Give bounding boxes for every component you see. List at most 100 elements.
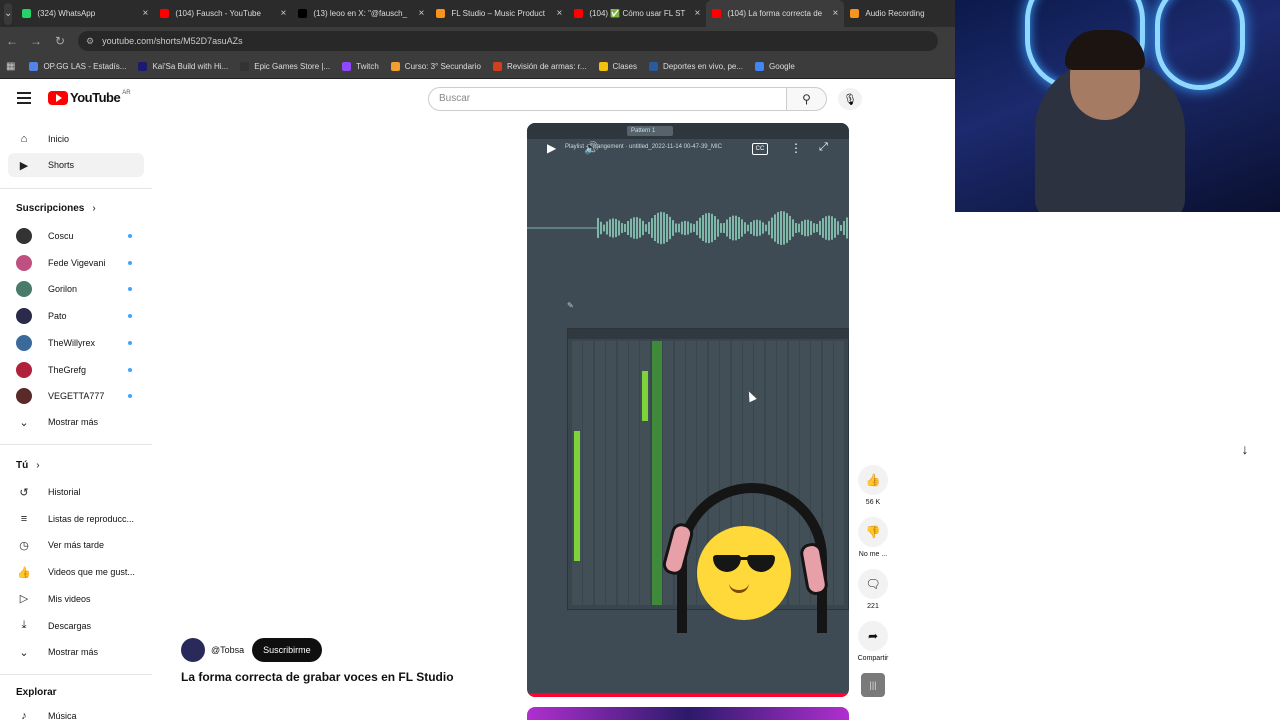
browser-tab[interactable]: (104) La forma correcta de × [706,0,845,27]
sidebar-item-label: Ver más tarde [48,540,105,551]
sidebar-item-inicio[interactable]: ⌂ Inicio [8,127,144,151]
fullscreen-icon[interactable]: ⤢ [819,141,828,154]
waveform-bar [612,218,614,238]
bookmark-item[interactable]: OP.GG LAS - Estadís... [29,62,126,71]
new-content-dot [128,234,132,238]
browser-tab-bar: ⌄ (324) WhatsApp × (104) Fausch - YouTube ×… [0,0,955,27]
waveform-bar [789,215,791,241]
show-more-you[interactable]: ⌄ Mostrar más [8,640,144,664]
tab-favicon-icon [160,9,170,18]
subscription-item[interactable]: TheGrefg [8,358,144,382]
you-heading[interactable]: Tú › [16,460,40,471]
browser-tab[interactable]: (13) leoo en X: "@fausch_ × [292,0,430,27]
bookmark-label: Epic Games Store |... [254,62,331,71]
sidebar-item-you[interactable]: ↺ Historial [8,480,144,504]
history-icon: ↺ [19,486,29,499]
site-info-icon[interactable]: ⚙ [86,36,94,47]
subscription-item[interactable]: Fede Vigevani [8,251,144,275]
browser-tab[interactable]: (104) Fausch - YouTube × [154,0,292,27]
next-short-preview[interactable] [527,707,849,720]
sidebar-item-label: Mostrar más [48,417,99,427]
waveform-bar [828,215,830,241]
short-video-player[interactable]: Pattern 1 Playlist - Arrangement · untit… [527,123,849,697]
search-input[interactable]: Buscar [428,87,787,111]
voice-search-button[interactable]: 🎙 [838,88,862,110]
tab-favicon-icon [298,9,308,18]
browser-tab[interactable]: (104) ✅ Cómo usar FL ST × [568,0,706,27]
subscription-item[interactable]: VEGETTA777 [8,384,144,408]
sidebar-item-musica[interactable]: ♪ Música [8,704,144,720]
apps-grid-icon[interactable]: ▦ [6,61,15,72]
subscription-item[interactable]: Gorilon [8,277,144,301]
pencil-icon: ✎ [567,301,574,310]
subscription-label: Pato [48,311,67,322]
sidebar-item-you[interactable]: ▷ Mis videos [8,587,144,611]
dislike-button[interactable]: 👎 No me ... [858,517,888,558]
search-button[interactable]: ⚲ [787,87,827,111]
reload-icon[interactable]: ↻ [48,34,72,48]
channel-name[interactable]: @Tobsa [211,645,244,655]
subscription-item[interactable]: Coscu [8,224,144,248]
waveform-bar [810,220,812,236]
more-options-icon[interactable]: ⋮ [790,141,802,155]
like-button[interactable]: 👍 56 K [858,465,888,506]
close-tab-icon[interactable]: × [281,8,287,19]
browser-tab[interactable]: (324) WhatsApp × [16,0,154,27]
back-icon[interactable]: ← [0,34,24,48]
subscriptions-heading[interactable]: Suscripciones › [16,203,96,214]
video-progress-bar[interactable] [527,693,849,697]
channel-avatar [16,308,32,325]
bookmark-item[interactable]: Curso: 3° Secundario [390,62,481,71]
close-tab-icon[interactable]: × [695,8,701,19]
bookmark-item[interactable]: Clases [598,62,637,71]
share-button[interactable]: ➦ Compartir [858,621,888,662]
you-heading-text: Tú [16,460,29,471]
video-title[interactable]: La forma correcta de grabar voces en FL … [181,670,454,684]
youtube-logo[interactable]: YouTube AR [48,90,131,105]
bookmark-item[interactable]: Google [755,62,795,71]
sidebar-item-you[interactable]: ⤓ Descargas [8,614,144,638]
subscription-item[interactable]: TheWillyrex [8,331,144,355]
close-tab-icon[interactable]: × [143,8,149,19]
tab-title: (104) La forma correcta de [727,9,823,18]
play-icon[interactable]: ▶ [547,141,556,155]
sidebar-item-you[interactable]: ◷ Ver más tarde [8,533,144,557]
sound-thumbnail[interactable]: ||| [861,673,885,697]
sidebar-item-you[interactable]: 👍 Videos que me gust... [8,560,144,584]
channel-avatar[interactable] [181,638,205,662]
browser-tab[interactable]: FL Studio – Music Product × [430,0,568,27]
volume-icon[interactable]: 🔊 [584,141,599,155]
sidebar-item-you[interactable]: ≡ Listas de reproducc... [8,507,144,531]
captions-icon[interactable]: CC [752,143,768,155]
channel-avatar [16,334,32,351]
sunglasses-emoji [697,526,791,620]
waveform-bar [816,223,818,233]
bookmark-item[interactable]: Twitch [342,62,379,71]
waveform-bar [801,221,803,235]
bookmark-favicon-icon [390,62,400,71]
bookmark-item[interactable]: Epic Games Store |... [240,62,330,71]
close-tab-icon[interactable]: × [833,8,839,19]
comments-button[interactable]: 🗨 221 [858,569,888,610]
show-more-subscriptions[interactable]: ⌄ Mostrar más [8,410,144,434]
bookmark-item[interactable]: Deportes en vivo, pe... [648,62,743,71]
menu-icon[interactable] [17,92,31,104]
subscribe-button[interactable]: Suscribirme [252,638,322,662]
close-tab-icon[interactable]: × [557,8,563,19]
forward-icon[interactable]: → [24,34,48,48]
audio-icon: ||| [869,680,877,690]
bookmark-item[interactable]: Kai'Sa Build with Hi... [138,62,228,71]
bookmark-item[interactable]: Revisión de armas: r... [492,62,587,71]
sidebar-item-shorts[interactable]: ▶ Shorts [8,153,144,177]
channel-avatar [16,281,32,298]
subscription-item[interactable]: Pato [8,304,144,328]
tab-search-button[interactable]: ⌄ [4,2,13,25]
url-input[interactable]: ⚙ youtube.com/shorts/M52D7asuAZs [78,31,938,51]
next-short-button[interactable]: ↓ [1232,436,1258,462]
waveform-bar [720,223,722,233]
close-tab-icon[interactable]: × [419,8,425,19]
waveform-bar [603,224,605,232]
fl-toolbar: Pattern 1 [527,123,849,139]
waveform-bar [651,218,653,238]
tab-favicon-icon [850,9,860,18]
